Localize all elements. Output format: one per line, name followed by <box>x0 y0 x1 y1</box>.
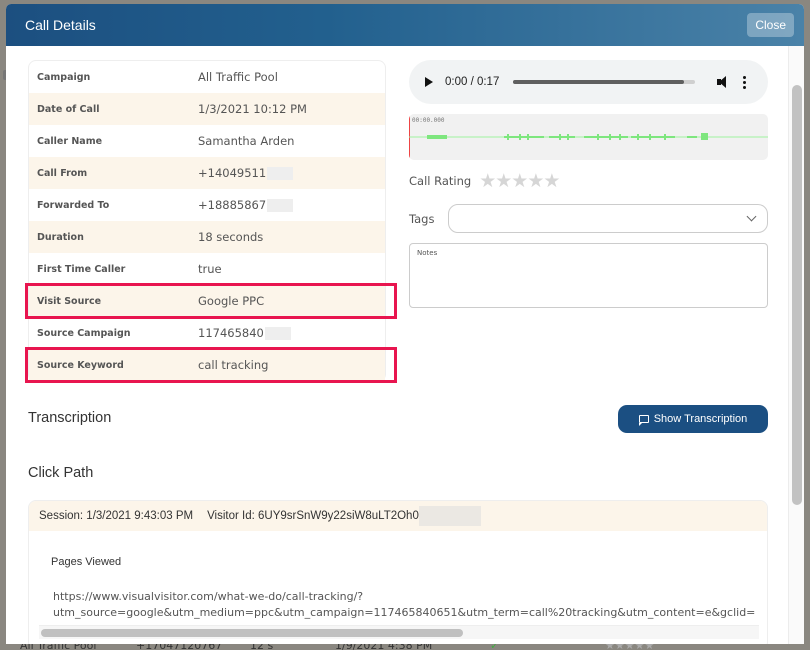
detail-value: All Traffic Pool <box>198 70 278 84</box>
detail-label: Call From <box>37 167 88 179</box>
detail-row: Source Campaign 117465840 <box>29 317 385 349</box>
redacted-block <box>264 326 291 340</box>
pages-viewed-label: Pages Viewed <box>51 556 122 568</box>
detail-value: true <box>198 262 222 276</box>
audio-buffered-fill <box>513 80 685 84</box>
detail-row: Call From +14049511 <box>29 157 385 189</box>
session-header: Session: 1/3/2021 9:43:03 PM Visitor Id:… <box>29 501 767 531</box>
detail-value-text: All Traffic Pool <box>198 70 278 84</box>
chat-bubble-icon <box>638 415 649 426</box>
detail-label: Forwarded To <box>37 199 110 211</box>
detail-value-text: Google PPC <box>198 294 265 308</box>
detail-row: Caller Name Samantha Arden <box>29 125 385 157</box>
detail-value-text: 117465840 <box>198 326 264 340</box>
notes-textarea[interactable]: Notes <box>409 243 768 308</box>
play-icon[interactable] <box>425 77 433 87</box>
page-url[interactable]: https://www.visualvisitor.com/what-we-do… <box>53 589 763 621</box>
detail-value-text: true <box>198 262 222 276</box>
volume-icon[interactable] <box>717 76 729 88</box>
detail-value-text: 1/3/2021 10:12 PM <box>198 102 307 116</box>
vertical-scrollbar[interactable] <box>788 46 804 644</box>
audio-waveform[interactable]: 00:00.000 <box>409 114 768 160</box>
show-transcription-button[interactable]: Show Transcription <box>618 405 768 433</box>
detail-value-text: 18 seconds <box>198 230 264 244</box>
call-details-table: Campaign All Traffic Pool Date of Call 1/3/… <box>25 60 397 383</box>
audio-player: 0:00 / 0:17 <box>409 60 768 104</box>
horizontal-scroll-thumb[interactable] <box>41 629 463 637</box>
close-button[interactable]: Close <box>747 13 794 37</box>
page-url-line: utm_source=google&utm_medium=ppc&utm_cam… <box>53 606 756 619</box>
notes-placeholder: Notes <box>417 249 438 257</box>
tags-select[interactable] <box>448 204 768 233</box>
detail-label: Campaign <box>37 71 91 83</box>
detail-value: +14049511 <box>198 166 294 180</box>
detail-value: 18 seconds <box>198 230 263 244</box>
detail-value: 117465840 <box>198 326 291 340</box>
visitor-id: Visitor Id: 6UY9srSnW9y22siW8uLT2Oh0 <box>207 510 419 522</box>
redacted-block <box>267 198 294 212</box>
detail-label: Source Campaign <box>37 327 131 339</box>
redacted-block <box>267 166 294 180</box>
tags-field: Tags <box>409 204 768 233</box>
chevron-down-icon <box>746 211 757 222</box>
audio-time: 0:00 / 0:17 <box>445 76 500 88</box>
show-transcription-label: Show Transcription <box>653 413 748 425</box>
detail-label: Caller Name <box>37 135 103 147</box>
modal-header: Call Details Close <box>6 4 804 46</box>
detail-label: Date of Call <box>37 103 100 115</box>
detail-label: First Time Caller <box>37 263 126 275</box>
detail-label: Visit Source <box>37 295 102 307</box>
detail-label: Source Keyword <box>37 359 124 371</box>
detail-value: Google PPC <box>198 294 264 308</box>
call-details-modal: Call Details Close Campaign All Traffic P… <box>6 4 804 644</box>
audio-seek-bar[interactable] <box>513 80 696 84</box>
waveform-graphic <box>409 133 768 140</box>
detail-value: +18885867 <box>198 198 294 212</box>
click-path-heading: Click Path <box>28 465 94 481</box>
session-time: Session: 1/3/2021 9:43:03 PM <box>39 510 194 522</box>
call-rating-label: Call Rating <box>409 174 472 188</box>
detail-value-text: Samantha Arden <box>198 134 295 148</box>
more-options-icon[interactable] <box>743 75 747 89</box>
visitor-id-wrap: Visitor Id: 6UY9srSnW9y22siW8uLT2Oh0 <box>207 506 481 526</box>
transcription-heading: Transcription <box>28 410 112 426</box>
star-icon[interactable]: ★ <box>479 172 496 191</box>
detail-value-text: +14049511 <box>198 166 267 180</box>
star-rating: ★ ★ ★ ★ ★ <box>479 172 560 191</box>
detail-row: Duration 18 seconds <box>29 221 385 253</box>
detail-value: 1/3/2021 10:12 PM <box>198 102 307 116</box>
page-url-line: https://www.visualvisitor.com/what-we-do… <box>53 590 364 603</box>
detail-value: Samantha Arden <box>198 134 294 148</box>
star-icon[interactable]: ★ <box>511 172 528 191</box>
detail-row: Visit Source Google PPC <box>25 283 397 319</box>
detail-row: Campaign All Traffic Pool <box>29 61 385 93</box>
vertical-scroll-thumb[interactable] <box>792 85 802 505</box>
detail-row: Forwarded To +18885867 <box>29 189 385 221</box>
detail-value-text: +18885867 <box>198 198 267 212</box>
detail-row: Source Keyword call tracking <box>25 347 397 383</box>
detail-row: Date of Call 1/3/2021 10:12 PM <box>29 93 385 125</box>
star-icon[interactable]: ★ <box>527 172 544 191</box>
click-path-session: Session: 1/3/2021 9:43:03 PM Visitor Id:… <box>28 500 768 644</box>
call-rating: Call Rating ★ ★ ★ ★ ★ <box>409 172 560 191</box>
modal-title: Call Details <box>25 17 96 33</box>
tags-label: Tags <box>409 211 435 226</box>
star-icon[interactable]: ★ <box>543 172 560 191</box>
horizontal-scrollbar[interactable] <box>39 625 759 639</box>
redacted-block <box>418 506 481 526</box>
star-icon[interactable]: ★ <box>495 172 512 191</box>
detail-row: First Time Caller true <box>29 253 385 285</box>
modal-body: Campaign All Traffic Pool Date of Call 1/3/… <box>6 46 788 644</box>
detail-value-text: call tracking <box>198 358 269 372</box>
detail-value: call tracking <box>198 358 268 372</box>
detail-label: Duration <box>37 231 84 243</box>
